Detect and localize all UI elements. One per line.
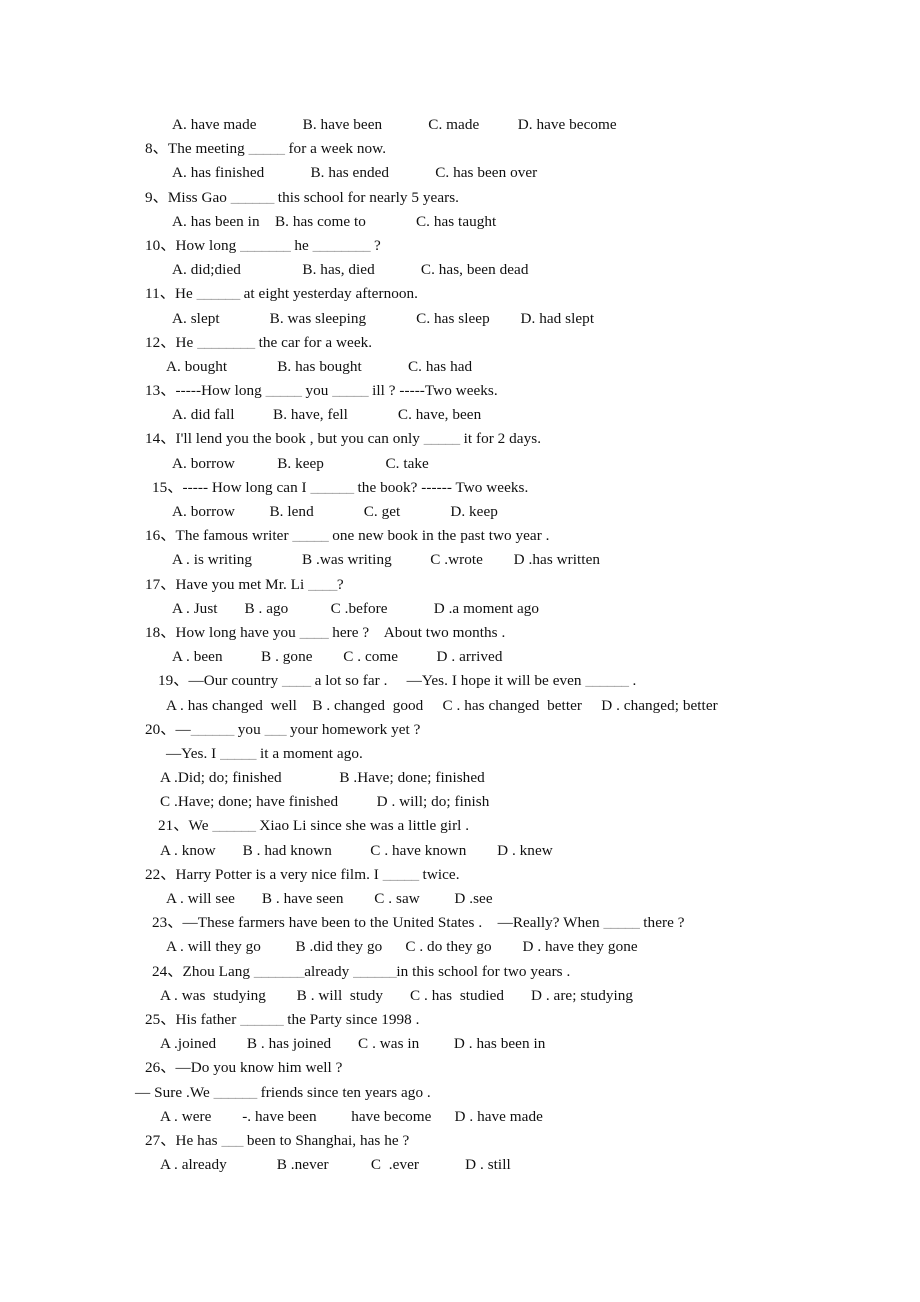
q16-stem: 16、The famous writer _____ one new book … bbox=[145, 527, 550, 545]
q14-stem: 14、I'll lend you the book , but you can … bbox=[145, 430, 542, 448]
q20-stem: 20、—______ you ___ your homework yet ? bbox=[145, 720, 421, 738]
q26-options: A . were -. have been have become D . ha… bbox=[160, 1107, 543, 1125]
question-list: A. have made B. have been C. made D. hav… bbox=[0, 113, 920, 1177]
q8-options: A. has finished B. has ended C. has been… bbox=[172, 164, 538, 182]
answer-blank: ___ bbox=[221, 1131, 244, 1149]
q16-options: A . is writing B .was writing C .wrote D… bbox=[172, 551, 601, 569]
answer-blank: _____ bbox=[248, 140, 285, 158]
q13-stem: 13、-----How long _____ you _____ ill ? -… bbox=[145, 382, 498, 400]
q13-options: A. did fall B. have, fell C. have, been bbox=[172, 406, 482, 424]
q18-options: A . been B . gone C . come D . arrived bbox=[172, 648, 503, 666]
q12-stem: 12、He ________ the car for a week. bbox=[145, 333, 373, 351]
answer-blank: ______ bbox=[585, 672, 629, 690]
answer-blank: ______ bbox=[230, 188, 275, 206]
q21-options: A . know B . had known C . have known D … bbox=[160, 841, 553, 859]
q11-stem: 11、He ______ at eight yesterday afternoo… bbox=[145, 285, 418, 303]
q27-stem: 27、He has ___ been to Shanghai, has he ? bbox=[145, 1131, 410, 1149]
q15-options: A. borrow B. lend C. get D. keep bbox=[172, 503, 498, 520]
q12-options: A. bought B. has bought C. has had bbox=[166, 357, 473, 375]
q17-options: A . Just B . ago C .before D .a moment a… bbox=[172, 599, 540, 617]
q14-options: A. borrow B. keep C. take bbox=[172, 454, 429, 472]
answer-blank: _____ bbox=[220, 744, 257, 762]
q26-answer: — Sure .We ______ friends since ten year… bbox=[135, 1083, 431, 1101]
q19-stem: 19、—Our country ____ a lot so far . —Yes… bbox=[158, 672, 637, 690]
q24-options: A . was studying B . will study C . has … bbox=[160, 986, 634, 1004]
answer-blank: ____ bbox=[299, 623, 329, 641]
q22-stem: 22、Harry Potter is a very nice film. I _… bbox=[145, 865, 460, 883]
answer-blank: ______ bbox=[212, 817, 256, 835]
answer-blank: ________ bbox=[312, 236, 371, 254]
answer-blank: _____ bbox=[265, 382, 302, 400]
q11-options: A. slept B. was sleeping C. has sleep D.… bbox=[172, 309, 595, 327]
answer-blank: ____ bbox=[281, 672, 311, 690]
q18-stem: 18、How long have you ____ here ? About t… bbox=[145, 623, 506, 641]
q22-options: A . will see B . have seen C . saw D .se… bbox=[166, 890, 493, 907]
answer-blank: ___ bbox=[264, 720, 287, 738]
answer-blank: ______ bbox=[213, 1083, 258, 1101]
q25-options: A .joined B . has joined C . was in D . … bbox=[160, 1035, 546, 1053]
answer-blank: _____ bbox=[332, 382, 369, 400]
answer-blank: ____ bbox=[308, 575, 337, 593]
q10-stem: 10、How long _______ he ________ ? bbox=[145, 236, 381, 254]
q8-stem: 8、The meeting _____ for a week now. bbox=[145, 140, 387, 158]
q26-stem: 26、—Do you know him well ? bbox=[145, 1059, 343, 1077]
q20-optsCD: C .Have; done; have finished D . will; d… bbox=[160, 793, 490, 811]
q27-options: A . already B .never C .ever D . still bbox=[160, 1156, 511, 1174]
q25-stem: 25、His father ______ the Party since 199… bbox=[145, 1010, 420, 1028]
answer-blank: _____ bbox=[603, 914, 640, 932]
q9-options: A. has been in B. has come to C. has tau… bbox=[172, 212, 497, 230]
answer-blank: _____ bbox=[382, 865, 419, 883]
q24-stem: 24、Zhou Lang _______already ______in thi… bbox=[152, 962, 571, 980]
q9-stem: 9、Miss Gao ______ this school for nearly… bbox=[145, 188, 460, 206]
q21-stem: 21、We ______ Xiao Li since she was a lit… bbox=[158, 817, 470, 835]
q10-options: A. did;died B. has, died C. has, been de… bbox=[172, 261, 529, 279]
answer-blank: ______ bbox=[310, 478, 355, 496]
q19-options: A . has changed well B . changed good C … bbox=[166, 696, 718, 714]
q23-options: A . will they go B .did they go C . do t… bbox=[166, 938, 638, 956]
answer-blank: ______ bbox=[196, 285, 241, 303]
answer-blank: _______ bbox=[253, 962, 305, 980]
answer-blank: ______ bbox=[190, 720, 235, 738]
answer-blank: _____ bbox=[292, 527, 329, 545]
q7-options: A. have made B. have been C. made D. hav… bbox=[172, 116, 617, 133]
q20-answer: —Yes. I _____ it a moment ago. bbox=[166, 744, 363, 762]
answer-blank: ______ bbox=[353, 962, 397, 980]
answer-blank: _____ bbox=[423, 430, 460, 448]
q20-optsAB: A .Did; do; finished B .Have; done; fini… bbox=[160, 769, 485, 787]
answer-blank: ______ bbox=[240, 1010, 284, 1028]
answer-blank: ________ bbox=[197, 333, 255, 351]
q15-stem: 15、----- How long can I ______ the book?… bbox=[152, 478, 529, 496]
worksheet-page: A. have made B. have been C. made D. hav… bbox=[0, 0, 920, 1302]
q17-stem: 17、Have you met Mr. Li ____? bbox=[145, 575, 344, 593]
q23-stem: 23、—These farmers have been to the Unite… bbox=[152, 914, 685, 932]
answer-blank: _______ bbox=[240, 236, 291, 254]
